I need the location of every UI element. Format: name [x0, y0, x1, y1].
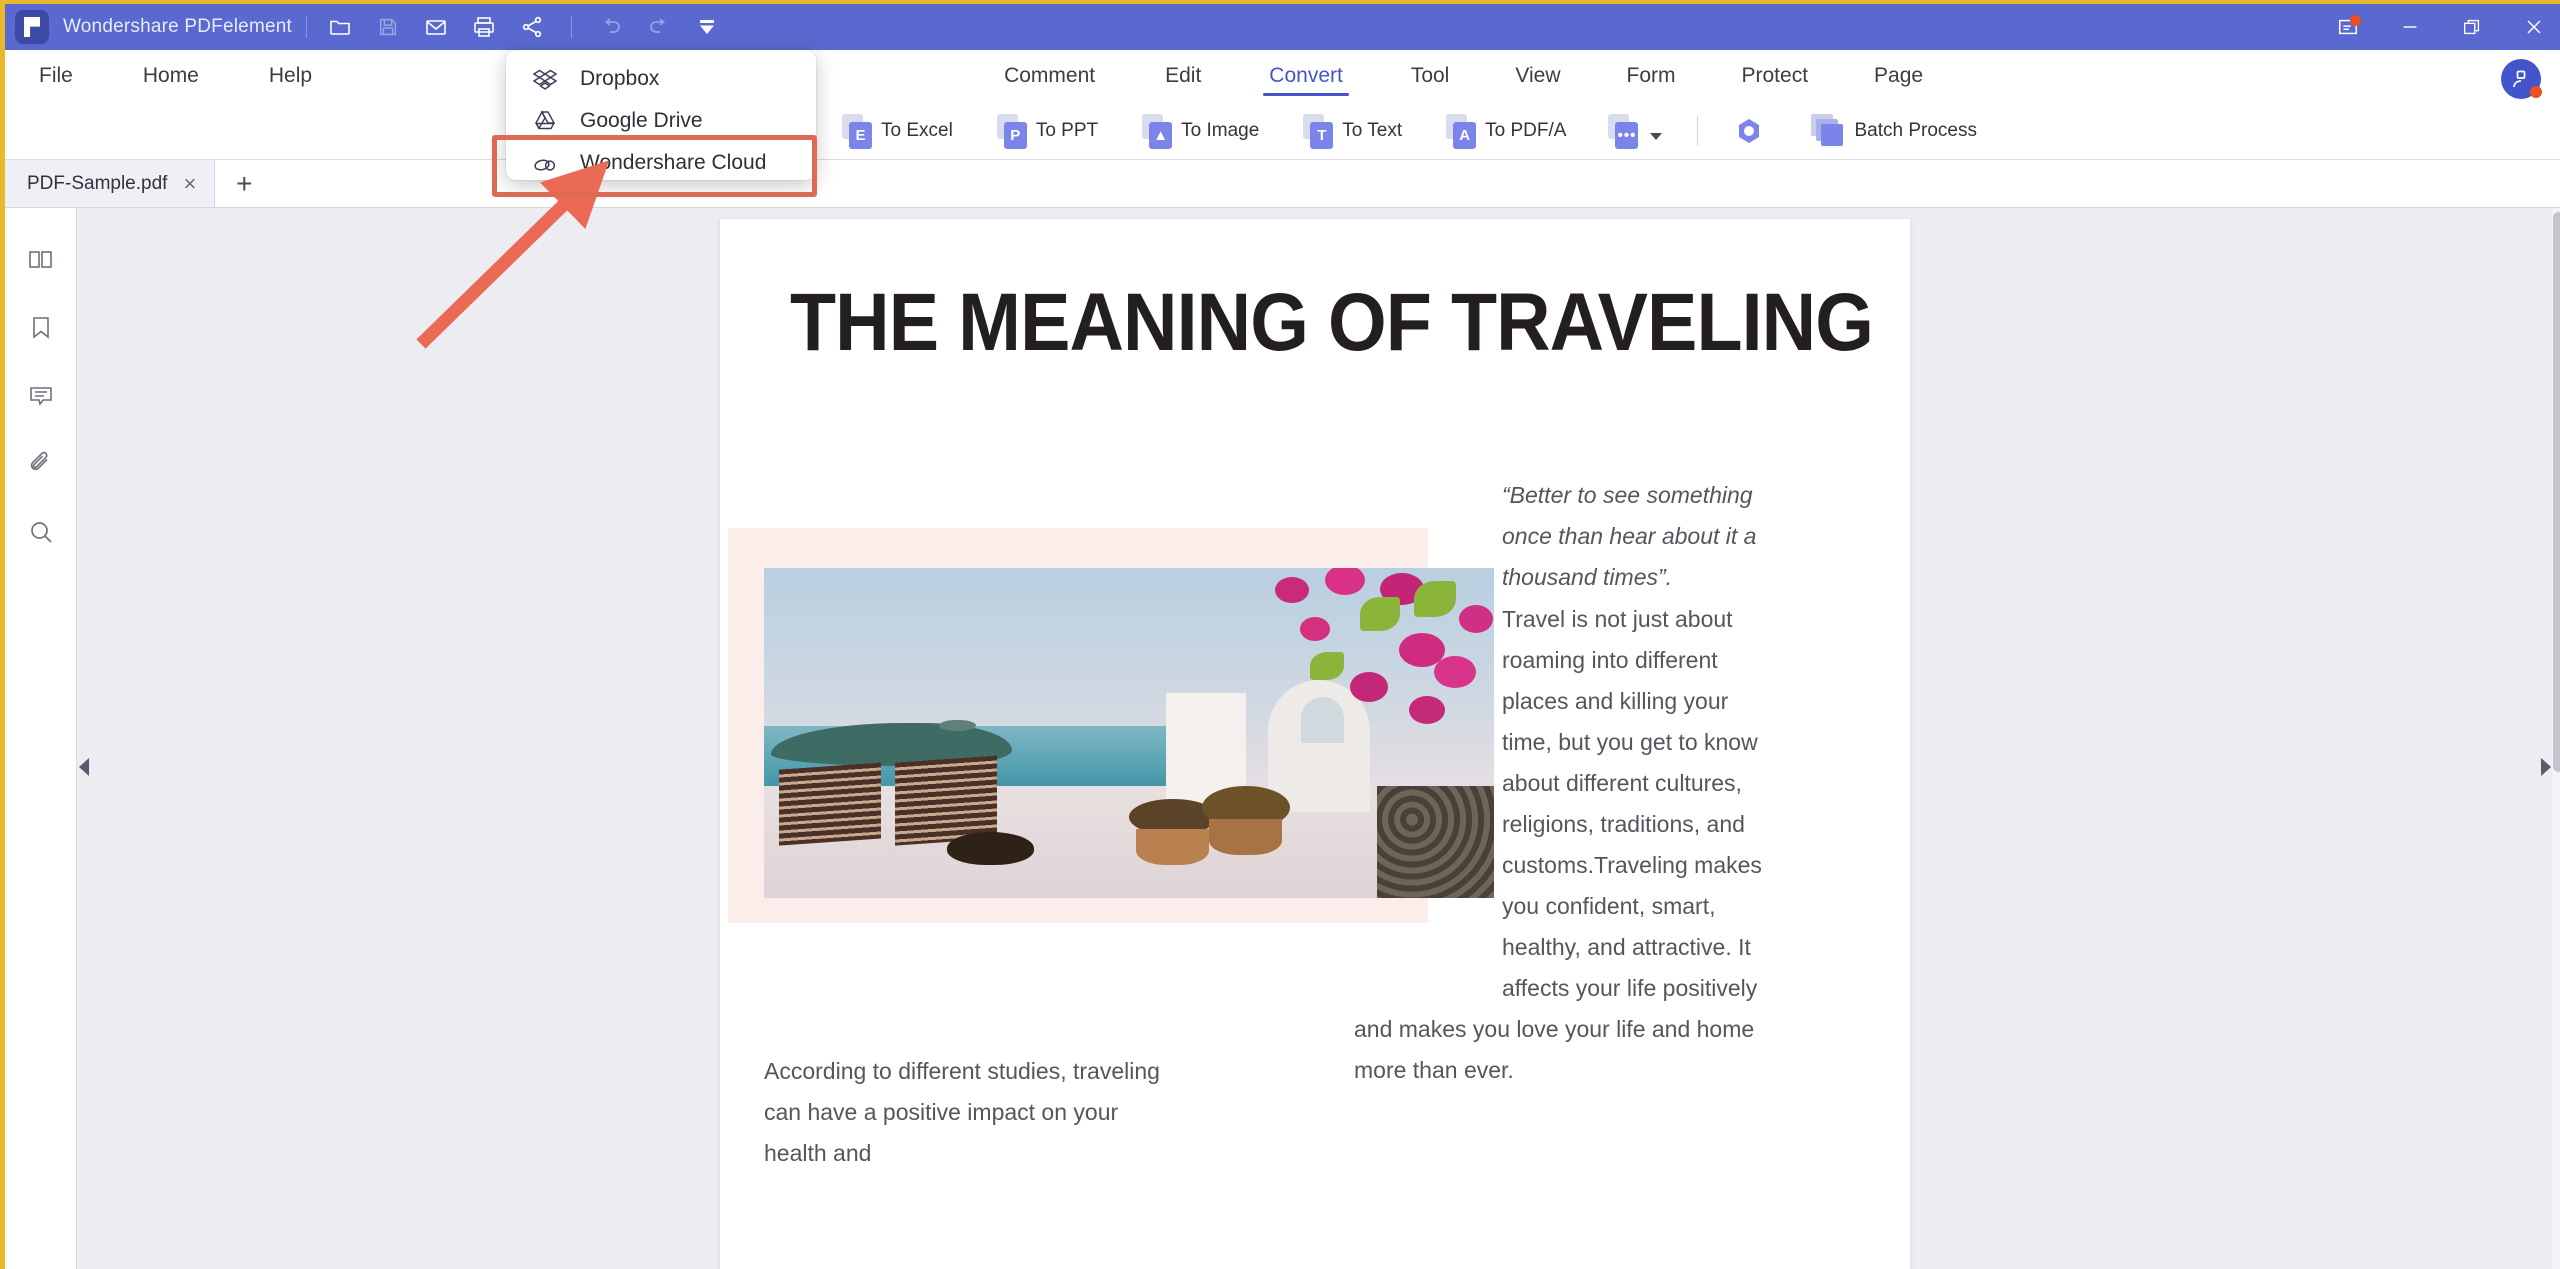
to-image-label: To Image — [1181, 119, 1260, 141]
avatar-status-badge — [2530, 86, 2542, 98]
tab-help[interactable]: Help — [265, 50, 316, 102]
to-pdfa-icon: A — [1446, 113, 1477, 149]
document-paragraph-1-narrow: Travel is not just about roaming into di… — [1502, 606, 1762, 1001]
left-panel-rail — [5, 208, 77, 1269]
window-controls — [2317, 4, 2560, 50]
document-paragraph-2: According to different studies, travelin… — [764, 1058, 1160, 1166]
batch-process-button[interactable]: Batch Process — [1800, 107, 1988, 155]
batch-process-label: Batch Process — [1854, 119, 1977, 141]
to-excel-icon: E — [842, 113, 872, 149]
document-quote: “Better to see something once than hear … — [1502, 482, 1757, 590]
to-ppt-button[interactable]: P To PPT — [986, 107, 1109, 155]
to-image-button[interactable]: ▲ To Image — [1131, 107, 1270, 155]
email-icon[interactable] — [423, 14, 449, 40]
batch-process-icon — [1811, 113, 1845, 148]
menu-item-wondershare-cloud[interactable]: Wondershare Cloud — [506, 142, 816, 184]
chevron-down-icon — [1650, 133, 1663, 140]
to-ppt-label: To PPT — [1035, 119, 1099, 141]
to-text-label: To Text — [1342, 119, 1403, 141]
print-icon[interactable] — [471, 14, 497, 40]
to-excel-button[interactable]: E To Excel — [831, 107, 964, 155]
pdf-page: THE MEANING OF TRAVELING “Better to see … — [720, 219, 1910, 1269]
collapse-right-panel[interactable] — [2539, 753, 2553, 781]
travel-photo — [764, 568, 1494, 898]
tab-form[interactable]: Form — [1623, 50, 1680, 102]
account-avatar[interactable] — [2501, 59, 2543, 101]
tab-tool[interactable]: Tool — [1407, 50, 1454, 102]
document-tab-strip: PDF-Sample.pdf × + — [5, 160, 2560, 208]
title-bar: Wondershare PDFelement — [5, 4, 2560, 50]
ocr-icon — [1733, 115, 1765, 147]
google-drive-icon — [532, 108, 558, 134]
ocr-button[interactable] — [1722, 107, 1776, 155]
tab-page[interactable]: Page — [1870, 50, 1927, 102]
to-text-icon: T — [1303, 113, 1334, 149]
to-image-icon: ▲ — [1142, 113, 1173, 149]
to-text-button[interactable]: T To Text — [1292, 107, 1413, 155]
application-window: Wondershare PDFelement File Home Help Co… — [0, 0, 2560, 1269]
app-logo-icon — [15, 10, 49, 44]
toolbar-divider-1 — [306, 16, 307, 38]
more-convert-button[interactable]: ••• — [1597, 107, 1673, 155]
to-pdfa-button[interactable]: A To PDF/A — [1435, 107, 1577, 155]
wondershare-cloud-icon — [532, 150, 558, 176]
thumbnails-panel-icon[interactable] — [21, 240, 61, 280]
document-viewer: THE MEANING OF TRAVELING “Better to see … — [77, 208, 2560, 1269]
document-tab-label: PDF-Sample.pdf — [27, 172, 168, 194]
attachment-panel-icon[interactable] — [21, 444, 61, 484]
share-icon[interactable] — [519, 14, 545, 40]
menu-item-dropbox-label: Dropbox — [580, 67, 660, 90]
app-title: Wondershare PDFelement — [63, 16, 292, 37]
to-pdfa-label: To PDF/A — [1485, 119, 1567, 141]
close-icon[interactable] — [2503, 4, 2560, 50]
notifications-icon[interactable] — [2317, 4, 2379, 50]
document-tab-pdf-sample[interactable]: PDF-Sample.pdf × — [5, 160, 216, 207]
customize-icon[interactable] — [694, 14, 720, 40]
cloud-storage-dropdown-menu: Dropbox Google Drive Wondershare Cloud — [506, 50, 816, 180]
dropbox-icon — [532, 66, 558, 92]
toolbar-divider-2 — [571, 16, 572, 38]
undo-icon[interactable] — [598, 14, 624, 40]
menu-item-google-drive[interactable]: Google Drive — [506, 100, 816, 142]
new-tab-icon[interactable]: + — [215, 160, 273, 207]
search-panel-icon[interactable] — [21, 512, 61, 552]
vertical-scrollbar[interactable] — [2552, 208, 2560, 1269]
comment-panel-icon[interactable] — [21, 376, 61, 416]
tab-view[interactable]: View — [1511, 50, 1564, 102]
tab-close-icon[interactable]: × — [183, 172, 196, 195]
save-icon[interactable] — [375, 14, 401, 40]
page-title: THE MEANING OF TRAVELING — [790, 277, 1874, 368]
tab-protect[interactable]: Protect — [1738, 50, 1813, 102]
toolbar-divider-3 — [1697, 115, 1699, 146]
notification-badge — [2350, 15, 2361, 26]
menu-item-wondershare-cloud-label: Wondershare Cloud — [580, 151, 767, 174]
tab-home[interactable]: Home — [139, 50, 203, 102]
convert-toolbar: E To Excel P To PPT ▲ To Image T To Text… — [5, 102, 2560, 160]
quick-access-toolbar — [327, 14, 720, 40]
tab-comment[interactable]: Comment — [1000, 50, 1099, 102]
menu-item-dropbox[interactable]: Dropbox — [506, 58, 816, 100]
ribbon-tab-bar: File Home Help Comment Edit Convert Tool… — [5, 50, 2560, 102]
tab-edit[interactable]: Edit — [1161, 50, 1205, 102]
to-ppt-icon: P — [996, 113, 1027, 149]
open-folder-icon[interactable] — [327, 14, 353, 40]
restore-icon[interactable] — [2441, 4, 2503, 50]
to-excel-label: To Excel — [881, 119, 953, 141]
minimize-icon[interactable] — [2379, 4, 2441, 50]
document-paragraph-1-wide: and makes you love your life and home mo… — [1354, 1016, 1755, 1083]
more-convert-icon: ••• — [1608, 113, 1639, 149]
collapse-left-panel[interactable] — [77, 753, 91, 781]
redo-icon[interactable] — [646, 14, 672, 40]
vertical-scrollbar-thumb[interactable] — [2553, 212, 2560, 772]
tab-file[interactable]: File — [35, 50, 77, 102]
bookmark-panel-icon[interactable] — [21, 308, 61, 348]
tab-convert[interactable]: Convert — [1263, 50, 1349, 102]
menu-item-google-drive-label: Google Drive — [580, 109, 703, 132]
